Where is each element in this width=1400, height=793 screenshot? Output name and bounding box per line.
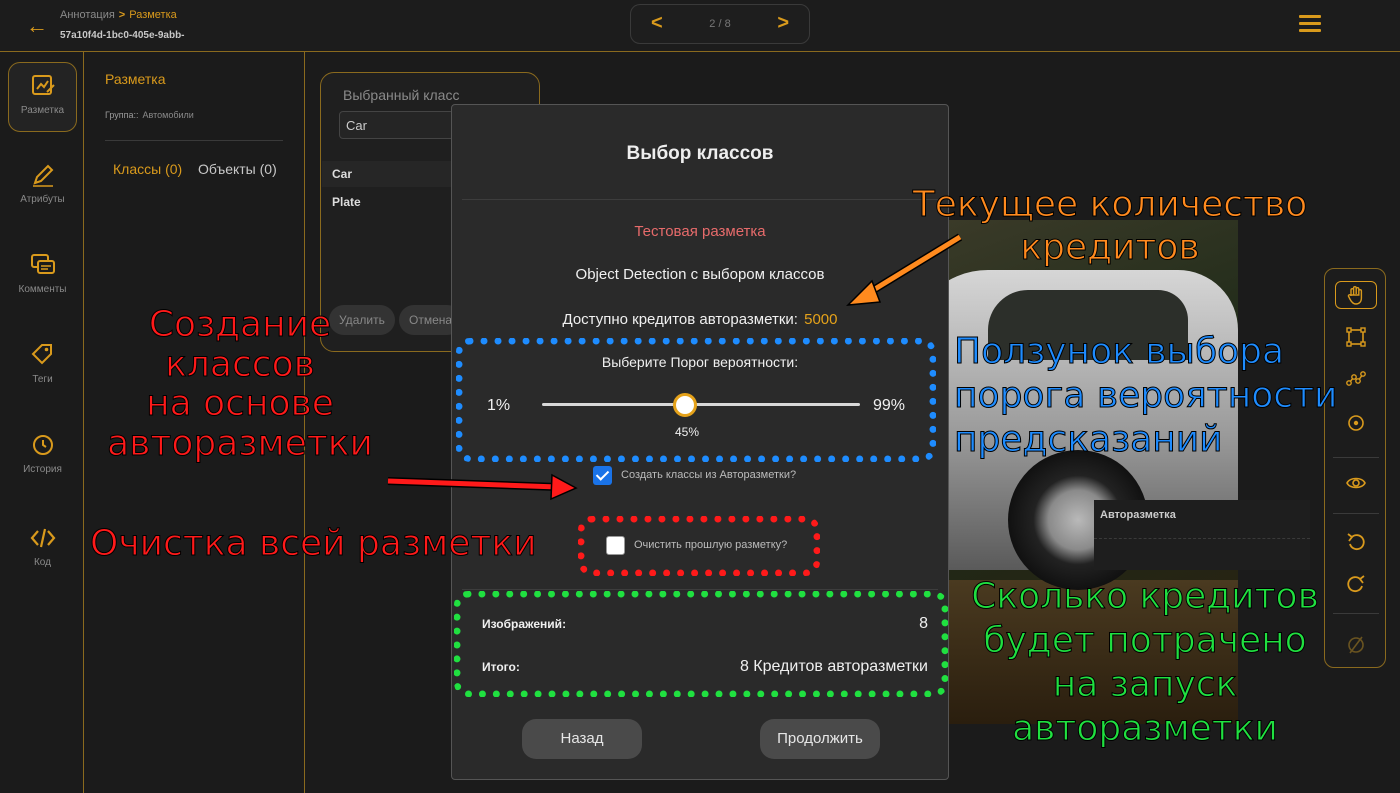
breadcrumb-current: Разметка bbox=[129, 9, 177, 21]
sidebar-item-tags[interactable]: Теги bbox=[8, 332, 77, 402]
hand-tool-button[interactable] bbox=[1335, 281, 1377, 309]
breadcrumb-root[interactable]: Аннотация bbox=[60, 9, 115, 21]
history-icon bbox=[30, 432, 56, 458]
back-arrow-icon[interactable]: ← bbox=[26, 13, 48, 39]
redo-button[interactable] bbox=[1335, 569, 1377, 597]
sidebar-item-label: История bbox=[23, 464, 62, 475]
comments-icon bbox=[30, 252, 56, 278]
eye-icon bbox=[1346, 477, 1366, 489]
breadcrumb-separator: > bbox=[118, 9, 126, 21]
back-button[interactable]: Назад bbox=[522, 719, 642, 759]
divider bbox=[105, 140, 283, 141]
clear-highlight-frame bbox=[578, 516, 820, 576]
clear-tool-button[interactable] bbox=[1335, 631, 1377, 659]
annotation-credits: Текущее количество кредитов bbox=[912, 183, 1308, 269]
undo-icon bbox=[1347, 533, 1365, 551]
autolabel-panel: Авторазметка bbox=[1094, 500, 1310, 570]
sidebar-item-markup[interactable]: Разметка bbox=[8, 62, 77, 132]
annotation-clear: Очистка всей разметки bbox=[90, 522, 537, 564]
selected-class-label: Выбранный класс bbox=[343, 87, 460, 103]
image-pager: < 2 / 8 > bbox=[630, 4, 810, 44]
create-classes-checkbox[interactable] bbox=[593, 466, 612, 485]
divider bbox=[462, 589, 938, 590]
tag-icon bbox=[30, 342, 56, 368]
panel-title: Разметка bbox=[105, 71, 166, 87]
markup-icon bbox=[30, 73, 56, 99]
task-type: Object Detection с выбором классов bbox=[575, 266, 825, 283]
slider-highlight-frame bbox=[456, 338, 936, 462]
sidebar-item-code[interactable]: Код bbox=[8, 515, 77, 585]
code-icon bbox=[30, 525, 56, 551]
available-credits: Доступно кредитов авторазметки: 5000 bbox=[452, 311, 948, 328]
tab-objects[interactable]: Объекты (0) bbox=[198, 161, 277, 177]
sidebar-item-label: Комменты bbox=[18, 284, 67, 295]
left-sidebar: Разметка Атрибуты Комменты Теги История … bbox=[0, 52, 84, 793]
hand-icon bbox=[1347, 286, 1363, 305]
sidebar-item-history[interactable]: История bbox=[8, 422, 77, 492]
modal-subtitle: Тестовая разметка bbox=[634, 223, 766, 240]
autolabel-panel-title: Авторазметка bbox=[1100, 509, 1176, 521]
annotation-credits-spent: Сколько кредитов будет потрачено на запуск… bbox=[971, 576, 1320, 750]
create-classes-label: Создать классы из Авторазметки? bbox=[621, 469, 797, 481]
sidebar-item-label: Теги bbox=[32, 374, 53, 385]
sidebar-item-label: Код bbox=[33, 557, 51, 568]
modal-title: Выбор классов bbox=[626, 143, 774, 164]
empty-set-icon bbox=[1348, 636, 1364, 654]
sidebar-item-label: Атрибуты bbox=[20, 194, 65, 205]
divider bbox=[462, 199, 938, 200]
annotation-slider: Ползунок выбора порога вероятности предска… bbox=[954, 331, 1338, 461]
continue-button[interactable]: Продолжить bbox=[760, 719, 880, 759]
hamburger-menu-icon[interactable] bbox=[1299, 15, 1321, 36]
credits-label: Доступно кредитов авторазметки: bbox=[562, 311, 798, 328]
group-info: Группа:: Автомобили bbox=[105, 110, 194, 120]
pen-icon bbox=[30, 162, 56, 188]
redo-icon bbox=[1347, 575, 1365, 593]
credits-value: 5000 bbox=[804, 311, 838, 328]
group-value: Автомобили bbox=[142, 110, 194, 120]
tab-classes[interactable]: Классы (0) bbox=[113, 161, 182, 177]
annotation-create-classes: Создание классов на основе авторазметки bbox=[107, 304, 374, 464]
app-root: ← Аннотация > Разметка 57a10f4d-1bc0-405e-… bbox=[0, 0, 1400, 793]
breadcrumb: Аннотация > Разметка bbox=[60, 9, 177, 21]
sidebar-item-attributes[interactable]: Атрибуты bbox=[8, 152, 77, 222]
document-id: 57a10f4d-1bc0-405e-9abb- bbox=[60, 30, 185, 41]
undo-button[interactable] bbox=[1335, 527, 1377, 555]
summary-highlight-frame bbox=[454, 591, 948, 697]
next-page-button[interactable]: > bbox=[777, 12, 789, 35]
visibility-toggle-button[interactable] bbox=[1335, 469, 1377, 497]
top-bar: ← Аннотация > Разметка 57a10f4d-1bc0-405e-… bbox=[0, 0, 1400, 52]
group-label: Группа:: bbox=[105, 110, 139, 120]
sidebar-item-label: Разметка bbox=[20, 105, 65, 116]
sidebar-item-comments[interactable]: Комменты bbox=[8, 242, 77, 312]
